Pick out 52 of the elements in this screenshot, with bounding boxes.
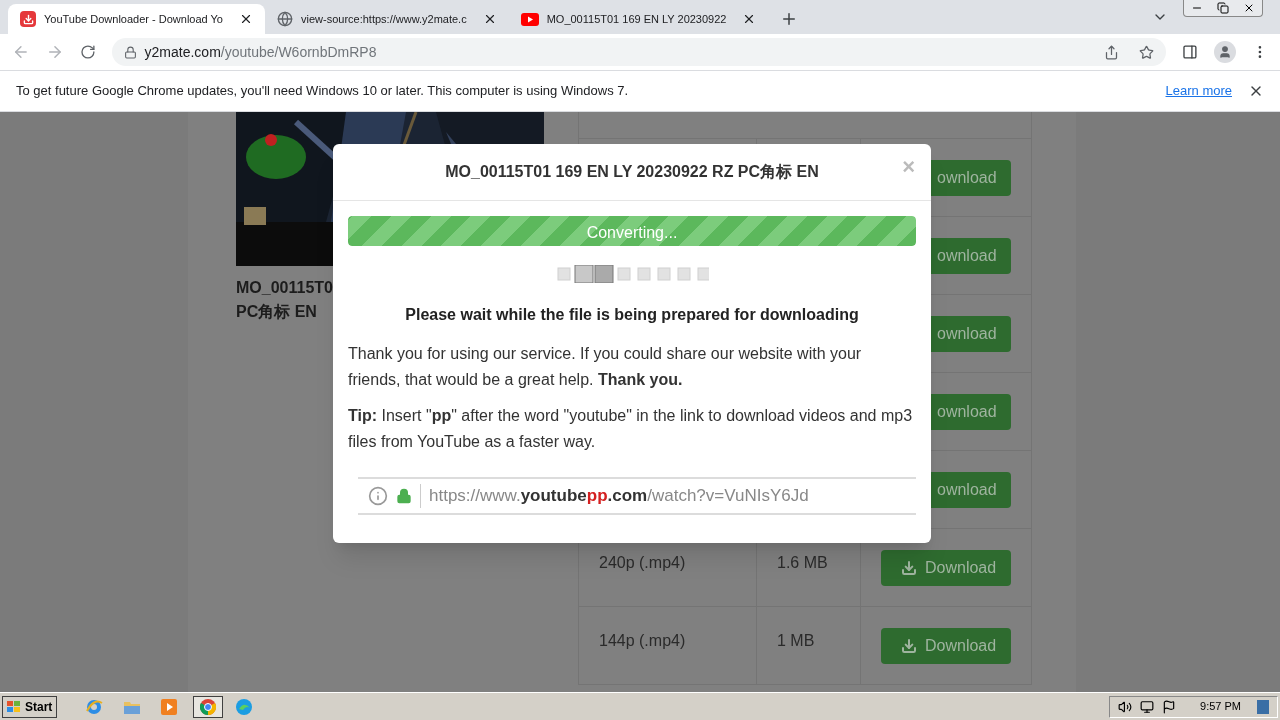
video-title: MO_00115T0 (236, 278, 333, 298)
tab-title: MO_00115T01 169 EN LY 20230922 (546, 11, 727, 27)
side-panel-icon[interactable] (1182, 44, 1199, 60)
clock: 9:57 PM (1200, 699, 1241, 715)
speaker-icon[interactable] (1118, 699, 1133, 714)
info-icon (368, 486, 388, 506)
share-icon[interactable] (1104, 44, 1120, 60)
flag-icon[interactable] (1162, 699, 1177, 714)
profile-avatar[interactable] (1214, 41, 1237, 63)
bookmark-star-icon[interactable] (1139, 44, 1155, 60)
download-icon (20, 11, 36, 27)
play-icon (520, 12, 539, 26)
globe-icon (277, 11, 293, 27)
infobar-message: To get future Google Chrome updates, you'll need Windows 10 or later. This computer is using Windows 7. (16, 82, 630, 101)
media-player-icon[interactable] (161, 698, 178, 715)
reload-icon[interactable] (79, 44, 96, 60)
chrome-taskbar-button[interactable] (193, 695, 224, 718)
download-icon (901, 638, 917, 654)
file-type: 240p (.mp4) (599, 554, 686, 571)
dialog-paragraph: Thank you for using our service. If you could share our website with your friends, that would be a great help. Thank you. (348, 344, 863, 390)
file-type: 144p (.mp4) (599, 632, 686, 649)
download-button[interactable]: ownload (931, 238, 1011, 274)
file-size: 1.6 MB (777, 554, 828, 571)
tab-title: view-source:https://www.y2mate.c (301, 11, 467, 27)
start-button[interactable]: Start (2, 695, 58, 718)
dialog-heading: Please wait while the file is being prepared for downloading (404, 305, 860, 325)
learn-more-link[interactable]: Learn more (1165, 81, 1232, 101)
file-size: 1 MB (777, 632, 815, 649)
browser-tab[interactable]: YouTube Downloader - Download Yo (8, 4, 265, 34)
download-button[interactable]: Download (881, 628, 1011, 664)
download-button[interactable]: ownload (931, 394, 1011, 430)
dialog-paragraph: Tip: Insert "pp" after the word "youtube" in the link to download videos and mp3 files from YouTube as a faster way. (348, 406, 914, 452)
download-button[interactable]: Download (881, 550, 1011, 586)
lock-icon (396, 488, 412, 504)
close-icon[interactable] (239, 12, 253, 26)
windows-logo-icon (7, 700, 21, 713)
download-button[interactable]: ownload (931, 316, 1011, 352)
download-button[interactable]: ownload (931, 160, 1011, 196)
video-title: PC角标 EN (236, 302, 317, 322)
download-button[interactable]: ownload (931, 472, 1011, 508)
dialog-title: MO_00115T01 169 EN LY 20230922 RZ PC角标 EN (445, 162, 819, 182)
browser-tab[interactable]: view-source:https://www.y2mate.c (265, 4, 509, 34)
progress-label: Converting... (585, 223, 679, 243)
address-bar[interactable]: y2mate.com/youtube/W6ornbDmRP8 (111, 38, 1167, 66)
show-desktop-button[interactable] (1257, 699, 1269, 714)
browser-tab[interactable]: MO_00115T01 169 EN LY 20230922 (508, 4, 769, 34)
tab-title: YouTube Downloader - Download Yo (44, 11, 223, 27)
example-url: https://www.youtubepp.com/watch?v=VuNIsY6Jd (429, 485, 809, 508)
lock-icon (123, 45, 137, 59)
network-icon[interactable] (1140, 699, 1155, 714)
download-icon (901, 560, 917, 576)
close-button[interactable]: × (902, 156, 915, 178)
